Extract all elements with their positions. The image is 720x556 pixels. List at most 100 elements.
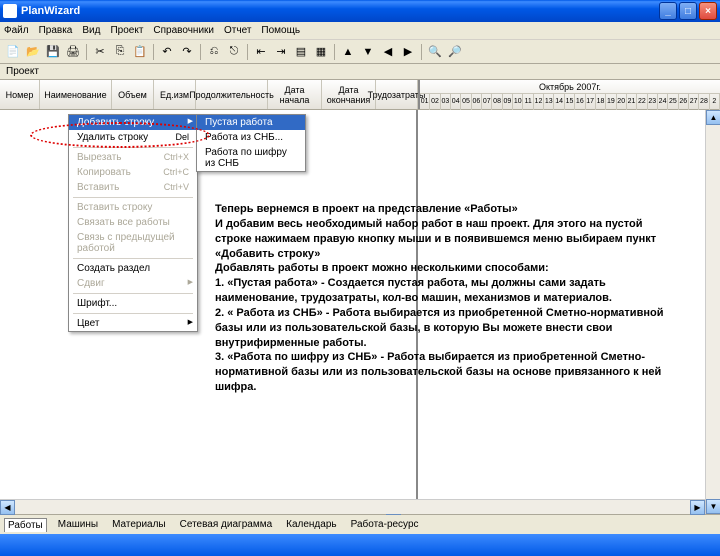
gantt-day-header[interactable]: 06 [472,94,482,110]
menu-file[interactable]: Файл [4,25,29,36]
gantt-day-header[interactable]: 03 [441,94,451,110]
col-volume[interactable]: Объем [112,80,154,109]
zoomout-icon[interactable]: 🔎 [446,43,464,61]
gantt-day-header[interactable]: 08 [492,94,502,110]
menu-create-section[interactable]: Создать раздел [69,261,197,276]
tab-materials[interactable]: Материалы [109,518,169,531]
gantt-day-header[interactable]: 09 [503,94,513,110]
unlink-icon[interactable]: ⎋ [225,43,243,61]
gantt-days-row: 0102030405060708091011121314151617181920… [420,94,720,110]
cut-icon[interactable]: ✂ [91,43,109,61]
gantt-day-header[interactable]: 15 [565,94,575,110]
gantt-day-header[interactable]: 11 [523,94,533,110]
submenu-work-code-snb[interactable]: Работа по шифру из СНБ [197,145,305,171]
gantt-day-header[interactable]: 16 [575,94,585,110]
open-icon[interactable]: 📂 [24,43,42,61]
menu-cut[interactable]: ВырезатьCtrl+X [69,150,197,165]
submenu-work-snb[interactable]: Работа из СНБ... [197,130,305,145]
gantt-day-header[interactable]: 24 [658,94,668,110]
instruction-bold: 1. «Пустая работа» [215,277,318,289]
menu-color[interactable]: Цвет [69,316,197,331]
gantt-day-header[interactable]: 22 [637,94,647,110]
new-icon[interactable]: 📄 [4,43,22,61]
menu-font[interactable]: Шрифт... [69,296,197,311]
gantt-day-header[interactable]: 2 [710,94,720,110]
minimize-button[interactable]: _ [659,2,677,20]
zoomin-icon[interactable]: 🔍 [426,43,444,61]
separator [247,44,248,60]
col-number[interactable]: Номер [0,80,40,109]
menu-insert-row[interactable]: Вставить строку [69,200,197,215]
gantt-day-header[interactable]: 10 [513,94,523,110]
gantt-day-header[interactable]: 18 [596,94,606,110]
gantt-day-header[interactable]: 19 [606,94,616,110]
menu-add-row[interactable]: Добавить строку [69,115,197,130]
save-icon[interactable]: 💾 [44,43,62,61]
undo-icon[interactable]: ↶ [158,43,176,61]
tab-works[interactable]: Работы [4,518,47,532]
print-icon[interactable]: 🖨 [64,43,82,61]
gantt-day-header[interactable]: 01 [420,94,430,110]
menu-references[interactable]: Справочники [153,25,214,36]
app-icon [3,4,17,18]
menu-delete-row[interactable]: Удалить строкуDel [69,130,197,145]
right-icon[interactable]: ▶ [399,43,417,61]
menu-paste[interactable]: ВставитьCtrl+V [69,180,197,195]
scroll-right-icon[interactable]: ▶ [690,500,705,515]
outdent-icon[interactable]: ⇤ [252,43,270,61]
down-icon[interactable]: ▼ [359,43,377,61]
gantt-day-header[interactable]: 13 [544,94,554,110]
scroll-down-icon[interactable]: ▼ [706,499,720,514]
left-icon[interactable]: ◀ [379,43,397,61]
up-icon[interactable]: ▲ [339,43,357,61]
gantt-day-header[interactable]: 28 [699,94,709,110]
vertical-scrollbar[interactable]: ▲ ▼ [705,110,720,514]
gantt-day-header[interactable]: 07 [482,94,492,110]
menu-report[interactable]: Отчет [224,25,251,36]
menubar: Файл Правка Вид Проект Справочники Отчет… [0,22,720,40]
close-button[interactable]: × [699,2,717,20]
redo-icon[interactable]: ↷ [178,43,196,61]
gantt-day-header[interactable]: 17 [586,94,596,110]
tab-work-resource[interactable]: Работа-ресурс [348,518,422,531]
menu-shift[interactable]: Сдвиг [69,276,197,291]
link-icon[interactable]: ⎌ [205,43,223,61]
col-name[interactable]: Наименование [40,80,112,109]
copy-icon[interactable]: ⎘ [111,43,129,61]
menu-link-prev[interactable]: Связь с предыдущей работой [69,230,197,256]
col-date-start[interactable]: Дата начала [268,80,322,109]
gantt-day-header[interactable]: 25 [668,94,678,110]
gantt-day-header[interactable]: 26 [679,94,689,110]
scroll-up-icon[interactable]: ▲ [706,110,720,125]
gantt-day-header[interactable]: 21 [627,94,637,110]
menu-link-all[interactable]: Связать все работы [69,215,197,230]
gantt-day-header[interactable]: 05 [461,94,471,110]
col-labor[interactable]: Трудозатраты [376,80,418,109]
menu-help[interactable]: Помощь [261,25,300,36]
paste-icon[interactable]: 📋 [131,43,149,61]
scroll-left-icon[interactable]: ◀ [0,500,15,515]
col-duration[interactable]: Продолжительность [196,80,268,109]
horizontal-scrollbar[interactable]: ◀ ▶ [0,499,705,514]
chart-icon[interactable]: ▦ [312,43,330,61]
menu-copy[interactable]: КопироватьCtrl+C [69,165,197,180]
tab-calendar[interactable]: Календарь [283,518,339,531]
gantt-day-header[interactable]: 20 [617,94,627,110]
instruction-line: Теперь вернемся в проект на представлени… [215,203,518,215]
gantt-day-header[interactable]: 27 [689,94,699,110]
menu-view[interactable]: Вид [82,25,100,36]
submenu-empty-work[interactable]: Пустая работа [197,115,305,130]
gantt-icon[interactable]: ▤ [292,43,310,61]
menu-edit[interactable]: Правка [39,25,73,36]
gantt-day-header[interactable]: 02 [430,94,440,110]
gantt-day-header[interactable]: 14 [554,94,564,110]
menu-project[interactable]: Проект [110,25,143,36]
maximize-button[interactable]: □ [679,2,697,20]
gantt-day-header[interactable]: 23 [648,94,658,110]
indent-icon[interactable]: ⇥ [272,43,290,61]
shortcut: Del [175,132,189,142]
gantt-day-header[interactable]: 12 [534,94,544,110]
gantt-day-header[interactable]: 04 [451,94,461,110]
tab-machines[interactable]: Машины [55,518,101,531]
tab-network[interactable]: Сетевая диаграмма [177,518,276,531]
